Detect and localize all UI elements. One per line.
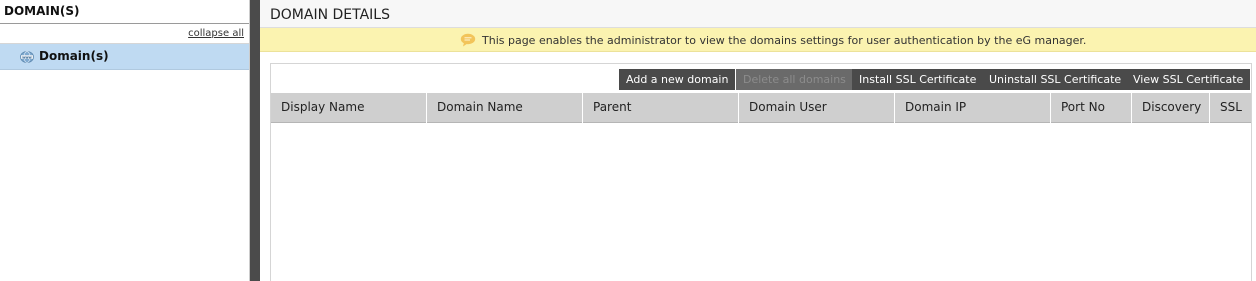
col-parent[interactable]: Parent	[583, 93, 739, 123]
speech-bubble-icon	[460, 33, 476, 47]
tree-item-label: Domain(s)	[39, 49, 109, 63]
delete-all-domains-button[interactable]: Delete all domains	[736, 69, 853, 90]
add-domain-button[interactable]: Add a new domain	[619, 69, 736, 90]
col-port-no[interactable]: Port No	[1051, 93, 1132, 123]
panel-title: DOMAIN(S)	[0, 0, 249, 24]
tree-item-domains[interactable]: www Domain(s)	[0, 44, 249, 70]
col-discovery[interactable]: Discovery	[1132, 93, 1210, 123]
collapse-row: collapse all	[0, 24, 249, 44]
grid-toolbar: Add a new domain Delete all domains Inst…	[271, 64, 1251, 93]
domains-grid: Add a new domain Delete all domains Inst…	[270, 63, 1252, 281]
col-domain-name[interactable]: Domain Name	[427, 93, 583, 123]
info-banner: This page enables the administrator to v…	[260, 28, 1256, 52]
install-ssl-button[interactable]: Install SSL Certificate	[852, 69, 984, 90]
table-body	[271, 123, 1251, 281]
domain-tree-panel: DOMAIN(S) collapse all www Domain(s)	[0, 0, 250, 281]
domain-details-panel: DOMAIN DETAILS This page enables the adm…	[260, 0, 1256, 281]
table-header: Display Name Domain Name Parent Domain U…	[271, 93, 1251, 123]
uninstall-ssl-button[interactable]: Uninstall SSL Certificate	[982, 69, 1129, 90]
svg-text:www: www	[22, 55, 32, 59]
app-window: DOMAIN(S) collapse all www Domain(s) DOM…	[0, 0, 1256, 281]
col-domain-user[interactable]: Domain User	[739, 93, 895, 123]
page-title: DOMAIN DETAILS	[260, 0, 1256, 28]
collapse-all-link[interactable]: collapse all	[188, 28, 244, 39]
www-globe-icon: www	[20, 51, 34, 63]
panel-splitter[interactable]	[250, 0, 260, 281]
view-ssl-button[interactable]: View SSL Certificate	[1126, 69, 1251, 90]
info-message: This page enables the administrator to v…	[482, 34, 1087, 47]
col-ssl[interactable]: SSL	[1210, 93, 1251, 123]
col-display-name[interactable]: Display Name	[271, 93, 427, 123]
col-domain-ip[interactable]: Domain IP	[895, 93, 1051, 123]
